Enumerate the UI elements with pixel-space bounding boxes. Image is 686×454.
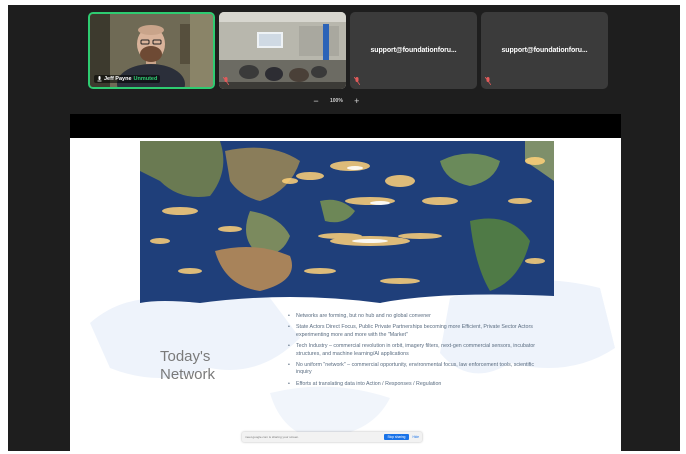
ocean-activity-map [140, 141, 554, 303]
stop-sharing-button[interactable]: Stop sharing [383, 434, 410, 440]
zoom-controls: − 100% + [310, 96, 363, 106]
participant-tile-support-2[interactable]: support@foundationforu... [481, 12, 608, 89]
slide-title: Today's Network [160, 348, 216, 383]
speaker-name-tag: Jeff Payne Unmuted [94, 75, 161, 83]
muted-mic-icon [354, 77, 360, 85]
hide-button[interactable]: Hide [412, 435, 419, 439]
bullet-item: Efforts at translating data into Action … [288, 381, 538, 389]
participant-name: support@foundationforu... [501, 47, 588, 54]
screenshare-notification: meet.google.com is sharing your screen. … [242, 432, 422, 442]
share-message: meet.google.com is sharing your screen. [245, 435, 300, 439]
zoom-out-button[interactable]: − [310, 96, 322, 106]
shared-slide: Today's Network Networks are forming, bu… [70, 138, 621, 451]
participant-name: support@foundationforu... [370, 47, 457, 54]
participant-tile-support-1[interactable]: support@foundationforu... [350, 12, 477, 89]
bullet-item: Networks are forming, but no hub and no … [288, 313, 538, 321]
zoom-in-button[interactable]: + [351, 96, 363, 106]
muted-mic-icon [485, 77, 491, 85]
participant-tile-room[interactable] [219, 12, 346, 89]
mic-icon [97, 76, 102, 82]
muted-mic-icon [223, 77, 229, 85]
bullet-item: Tech Industry – commercial revolution in… [288, 343, 538, 358]
zoom-level: 100% [330, 98, 343, 104]
slide-bullet-list: Networks are forming, but no hub and no … [288, 313, 538, 392]
bullet-item: No uniform "network" – commercial opport… [288, 362, 538, 377]
participant-name: Jeff Payne [104, 76, 132, 82]
participant-strip: Jeff Payne Unmuted support@foundationfor… [88, 12, 608, 89]
meeting-window: Jeff Payne Unmuted support@foundationfor… [8, 5, 680, 451]
participant-badge: Unmuted [133, 76, 158, 82]
participant-tile-speaker[interactable]: Jeff Payne Unmuted [88, 12, 215, 89]
room-video [219, 12, 346, 89]
bullet-item: State Actors Direct Focus, Public Privat… [288, 324, 538, 339]
slide-header-band [70, 114, 621, 138]
